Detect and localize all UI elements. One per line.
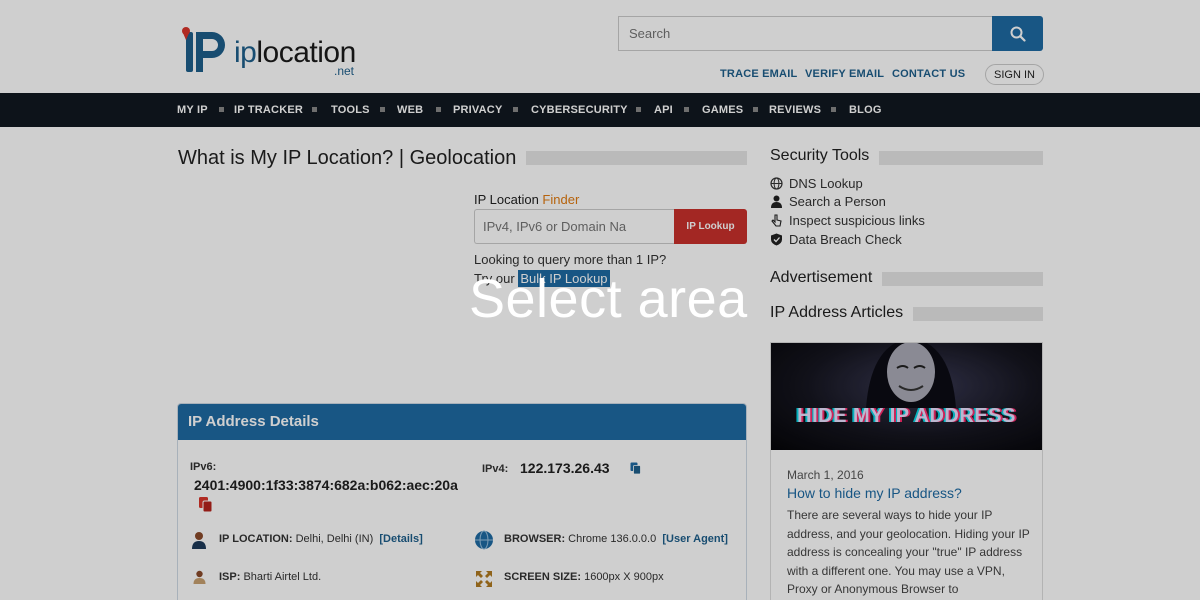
select-area-label: Select area xyxy=(469,269,748,329)
